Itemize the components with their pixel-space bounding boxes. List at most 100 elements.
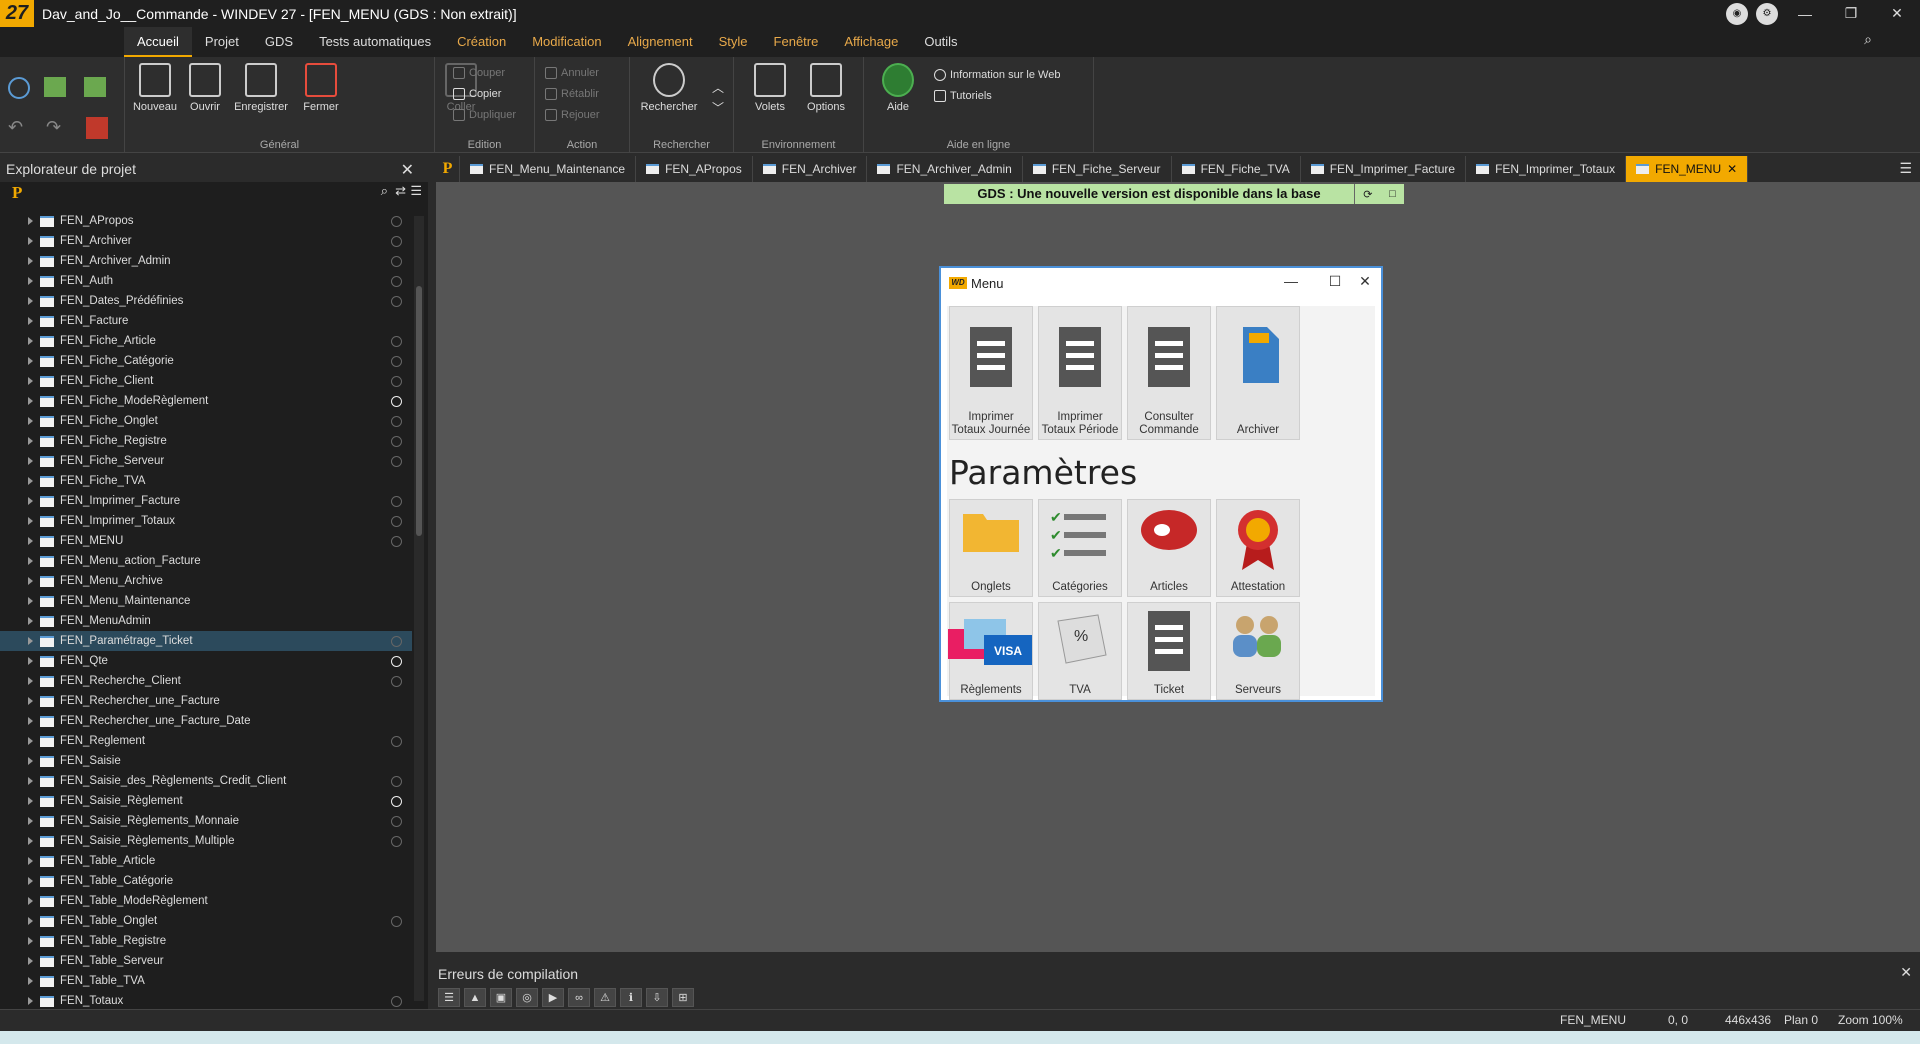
expand-arrow-icon[interactable]	[28, 897, 33, 905]
tile-règlements[interactable]: VISA Règlements	[948, 602, 1033, 700]
enregistrer-button[interactable]: Enregistrer	[231, 63, 291, 113]
doc-tab[interactable]: FEN_Archiver_Admin	[867, 156, 1023, 182]
build-icon[interactable]	[44, 77, 66, 97]
tile-serveurs[interactable]: Serveurs	[1216, 602, 1300, 700]
expand-arrow-icon[interactable]	[28, 317, 33, 325]
expand-arrow-icon[interactable]	[28, 997, 33, 1005]
sync-icon[interactable]: ⇄	[395, 183, 406, 199]
expand-arrow-icon[interactable]	[28, 397, 33, 405]
expand-arrow-icon[interactable]	[28, 937, 33, 945]
explorer-item[interactable]: FEN_Saisie	[0, 751, 412, 771]
badge-icon[interactable]: ◎	[516, 988, 538, 1007]
tile-ticket[interactable]: Ticket	[1127, 602, 1211, 700]
ouvrir-button[interactable]: Ouvrir	[179, 63, 231, 113]
explorer-item[interactable]: FEN_MenuAdmin	[0, 611, 412, 631]
nouveau-button[interactable]: Nouveau	[129, 63, 181, 113]
quick-access-toolbar[interactable]	[0, 27, 125, 57]
chevron-up-icon[interactable]: ︿	[712, 79, 724, 96]
tile-archiver[interactable]: Archiver	[1216, 306, 1300, 440]
explorer-item[interactable]: FEN_APropos	[0, 211, 412, 231]
doc-tab[interactable]: FEN_Menu_Maintenance	[460, 156, 637, 182]
expand-arrow-icon[interactable]	[28, 297, 33, 305]
redo-icon[interactable]: ↷	[46, 117, 61, 138]
expand-arrow-icon[interactable]	[28, 277, 33, 285]
expand-arrow-icon[interactable]	[28, 737, 33, 745]
explorer-item[interactable]: FEN_Fiche_Client	[0, 371, 412, 391]
dupliquer-button[interactable]: Dupliquer	[453, 109, 516, 121]
tab-6[interactable]: Alignement	[615, 27, 706, 57]
explorer-item[interactable]: FEN_Fiche_Onglet	[0, 411, 412, 431]
explorer-item[interactable]: FEN_Rechercher_une_Facture	[0, 691, 412, 711]
menu-icon[interactable]: ☰	[410, 183, 422, 199]
expand-arrow-icon[interactable]	[28, 617, 33, 625]
rechercher-button[interactable]: Rechercher	[636, 63, 702, 113]
expand-arrow-icon[interactable]	[28, 977, 33, 985]
expand-arrow-icon[interactable]	[28, 437, 33, 445]
tab-4[interactable]: Création	[444, 27, 519, 57]
minimize-icon[interactable]: —	[1281, 273, 1301, 289]
chevron-down-icon[interactable]: ﹀	[712, 99, 724, 116]
expand-arrow-icon[interactable]	[28, 877, 33, 885]
explorer-item[interactable]: FEN_Saisie_Règlements_Multiple	[0, 831, 412, 851]
explorer-item[interactable]: FEN_Menu_Maintenance	[0, 591, 412, 611]
update-icon[interactable]: ⟳	[1363, 188, 1372, 201]
doc-tab[interactable]: FEN_Fiche_Serveur	[1023, 156, 1172, 182]
expand-arrow-icon[interactable]	[28, 677, 33, 685]
explorer-item[interactable]: FEN_Fiche_TVA	[0, 471, 412, 491]
import-icon[interactable]: ⇩	[646, 988, 668, 1007]
tile-imprimer-totaux-journée[interactable]: Imprimer Totaux Journée	[949, 306, 1033, 440]
explorer-item[interactable]: FEN_Fiche_ModeRèglement	[0, 391, 412, 411]
expand-arrow-icon[interactable]	[28, 337, 33, 345]
close-icon[interactable]: ✕	[1900, 964, 1912, 981]
expand-arrow-icon[interactable]	[28, 917, 33, 925]
tile-articles[interactable]: Articles	[1127, 499, 1211, 597]
tab-3[interactable]: Tests automatiques	[306, 27, 444, 57]
layout-icon[interactable]	[86, 117, 108, 139]
explorer-item[interactable]: FEN_Imprimer_Totaux	[0, 511, 412, 531]
explorer-item[interactable]: FEN_Table_Onglet	[0, 911, 412, 931]
explorer-item[interactable]: FEN_Dates_Prédéfinies	[0, 291, 412, 311]
expand-arrow-icon[interactable]	[28, 717, 33, 725]
tile-onglets[interactable]: Onglets	[949, 499, 1033, 597]
expand-arrow-icon[interactable]	[28, 817, 33, 825]
expand-arrow-icon[interactable]	[28, 237, 33, 245]
options-button[interactable]: Options	[800, 63, 852, 113]
explorer-item[interactable]: FEN_Recherche_Client	[0, 671, 412, 691]
web-icon[interactable]: ◉	[1726, 2, 1748, 25]
volets-button[interactable]: Volets	[744, 63, 796, 113]
expand-arrow-icon[interactable]	[28, 377, 33, 385]
tile-tva[interactable]: % TVA	[1038, 602, 1122, 700]
explorer-item[interactable]: FEN_Archiver	[0, 231, 412, 251]
tab-10[interactable]: Outils	[911, 27, 970, 57]
explorer-item[interactable]: FEN_Fiche_Serveur	[0, 451, 412, 471]
expand-arrow-icon[interactable]	[28, 777, 33, 785]
expand-arrow-icon[interactable]	[28, 457, 33, 465]
project-tab-icon[interactable]: P	[436, 156, 460, 182]
doc-tab[interactable]: FEN_Imprimer_Totaux	[1466, 156, 1627, 182]
expand-arrow-icon[interactable]	[28, 217, 33, 225]
close-button[interactable]: ✕	[1874, 0, 1920, 27]
expand-arrow-icon[interactable]	[28, 517, 33, 525]
search-icon[interactable]: ⌕	[381, 183, 388, 199]
explorer-item[interactable]: FEN_Table_ModeRèglement	[0, 891, 412, 911]
aide-button[interactable]: Aide	[872, 63, 924, 113]
explorer-item[interactable]: FEN_Archiver_Admin	[0, 251, 412, 271]
gear-icon[interactable]	[8, 77, 30, 99]
doc-tab[interactable]: FEN_APropos	[636, 156, 753, 182]
explorer-item[interactable]: FEN_Saisie_des_Règlements_Credit_Client	[0, 771, 412, 791]
doc-tab[interactable]: FEN_Imprimer_Facture	[1301, 156, 1467, 182]
explorer-item[interactable]: FEN_Totaux	[0, 991, 412, 1009]
explorer-item[interactable]: FEN_Table_Registre	[0, 931, 412, 951]
explorer-item[interactable]: FEN_Saisie_Règlement	[0, 791, 412, 811]
search-icon[interactable]: ⌕	[1864, 31, 1872, 48]
expand-arrow-icon[interactable]	[28, 417, 33, 425]
expand-arrow-icon[interactable]	[28, 477, 33, 485]
tile-consulter-commande[interactable]: Consulter Commande	[1127, 306, 1211, 440]
explorer-item[interactable]: FEN_Table_Serveur	[0, 951, 412, 971]
expand-arrow-icon[interactable]	[28, 577, 33, 585]
status-zoom[interactable]: Zoom 100%	[1838, 1013, 1903, 1027]
fermer-button[interactable]: Fermer	[295, 63, 347, 113]
tab-7[interactable]: Style	[706, 27, 761, 57]
minimize-button[interactable]: —	[1782, 0, 1828, 27]
gds-icon[interactable]: ⚙	[1756, 2, 1778, 25]
